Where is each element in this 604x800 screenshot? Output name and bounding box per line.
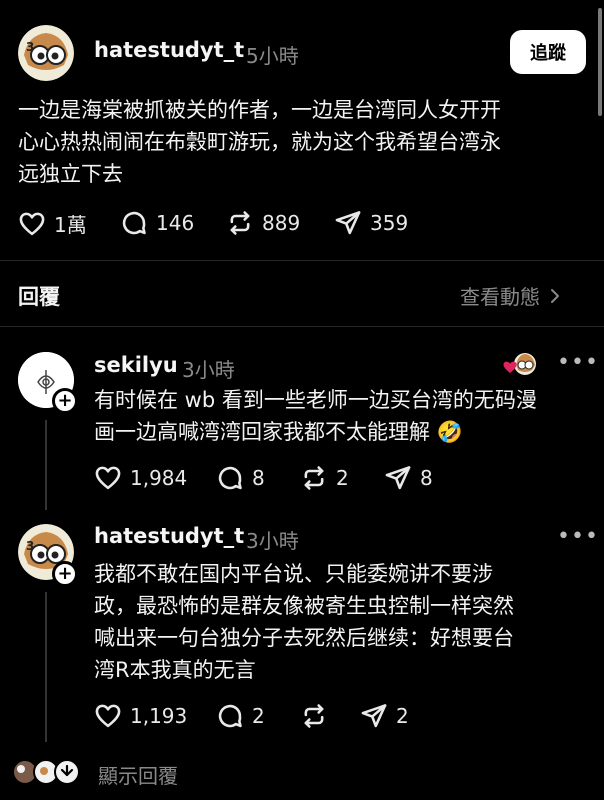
reply1-repost-button[interactable]: 2 [300, 464, 349, 492]
view-activity-label: 查看動態 [460, 285, 540, 309]
reply-text-line: 政，最恐怖的是群友像被寄生虫控制一样突然 [94, 594, 514, 618]
divider [0, 326, 604, 327]
reply2-share-button[interactable]: 2 [360, 702, 409, 730]
heart-icon [19, 212, 45, 235]
heart-icon [95, 466, 121, 490]
like-count: 1,193 [130, 704, 188, 728]
follow-plus-badge[interactable]: + [52, 561, 78, 587]
replies-title: 回覆 [18, 285, 60, 309]
reply1-comment-button[interactable]: 8 [216, 464, 265, 492]
reply2-like-button[interactable]: 1,193 [94, 702, 187, 730]
follow-button[interactable]: 追蹤 [510, 30, 586, 74]
comment-button[interactable]: 146 [120, 209, 194, 237]
thread-line [45, 420, 47, 510]
share-button[interactable]: 359 [334, 209, 408, 237]
post-body: 一边是海棠被抓被关的作者，一边是台湾同人女开开 心心热热闹闹在布穀町游玩，就为这… [18, 94, 588, 190]
reply-text-line: 喊出来一句台独分子去死然后继续：好想要台 [94, 626, 514, 650]
thread-line [45, 592, 47, 742]
repost-button[interactable]: 889 [226, 209, 300, 237]
reply1-time: 3小時 [182, 358, 235, 382]
like-count: 1,984 [130, 466, 188, 490]
reply1-like-button[interactable]: 1,984 [94, 464, 187, 492]
post-text-line: 一边是海棠被抓被关的作者，一边是台湾同人女开开 [18, 98, 501, 122]
divider [0, 260, 604, 261]
reply-text-line: 有时候在 wb 看到一些老师一边买台湾的无码漫 [94, 388, 537, 412]
post-author-avatar[interactable]: 3 [18, 25, 74, 81]
repost-count: 2 [336, 466, 349, 490]
repost-icon [230, 211, 250, 235]
share-count: 359 [370, 211, 409, 235]
share-count: 8 [420, 466, 433, 490]
post-text-line: 远独立下去 [18, 162, 123, 186]
like-count: 1萬 [54, 213, 87, 237]
reply-text-line: 湾R本我真的无言 [94, 658, 256, 682]
reply1-body: 有时候在 wb 看到一些老师一边买台湾的无码漫 画一边高喊湾湾回家我都不太能理解… [94, 384, 594, 448]
follow-plus-badge[interactable]: + [52, 388, 78, 414]
reply2-username[interactable]: hatestudyt_t [94, 524, 244, 548]
heart-icon [95, 704, 121, 728]
comment-count: 146 [156, 211, 195, 235]
reply2-body: 我都不敢在国内平台说、只能委婉讲不要涉 政，最恐怖的是群友像被寄生虫控制一样突然… [94, 558, 594, 686]
reply2-time: 3小時 [246, 529, 299, 553]
reply-avatars-stack[interactable] [12, 758, 82, 786]
comment-icon [122, 211, 146, 235]
repost-icon [304, 466, 324, 490]
share-icon [385, 466, 411, 490]
chevron-right-icon [551, 288, 559, 303]
more-icon[interactable]: ••• [557, 350, 599, 375]
repost-icon [304, 704, 324, 728]
plus-icon: + [57, 563, 73, 584]
comment-icon [218, 466, 242, 490]
svg-text:3: 3 [26, 40, 34, 54]
author-liked-indicator [503, 352, 537, 376]
view-activity-link[interactable]: 查看動態 [460, 281, 562, 310]
repost-count: 889 [262, 211, 301, 235]
reply-text-line: 画一边高喊湾湾回家我都不太能理解 🤣 [94, 420, 463, 444]
reply1-username[interactable]: sekilyu [94, 353, 178, 377]
plus-icon: + [57, 390, 73, 411]
share-count: 2 [396, 704, 409, 728]
post-username[interactable]: hatestudyt_t [94, 38, 244, 62]
reply1-share-button[interactable]: 8 [384, 464, 433, 492]
post-text-line: 心心热热闹闹在布穀町游玩，就为这个我希望台湾永 [18, 130, 501, 154]
scrollbar[interactable] [598, 8, 602, 116]
like-button[interactable]: 1萬 [18, 209, 87, 238]
comment-count: 8 [252, 466, 265, 490]
reply2-comment-button[interactable]: 2 [216, 702, 265, 730]
more-icon[interactable]: ••• [557, 524, 599, 549]
comment-count: 2 [252, 704, 265, 728]
show-replies-link[interactable]: 顯示回覆 [98, 760, 178, 789]
post-time: 5小時 [246, 44, 299, 68]
reply-text-line: 我都不敢在国内平台说、只能委婉讲不要涉 [94, 562, 493, 586]
svg-text:3: 3 [26, 539, 34, 553]
share-icon [335, 211, 361, 235]
share-icon [361, 704, 387, 728]
emoji: 🤣 [436, 420, 463, 444]
reply2-repost-button[interactable] [300, 702, 336, 730]
comment-icon [218, 704, 242, 728]
heart-icon [503, 361, 517, 373]
